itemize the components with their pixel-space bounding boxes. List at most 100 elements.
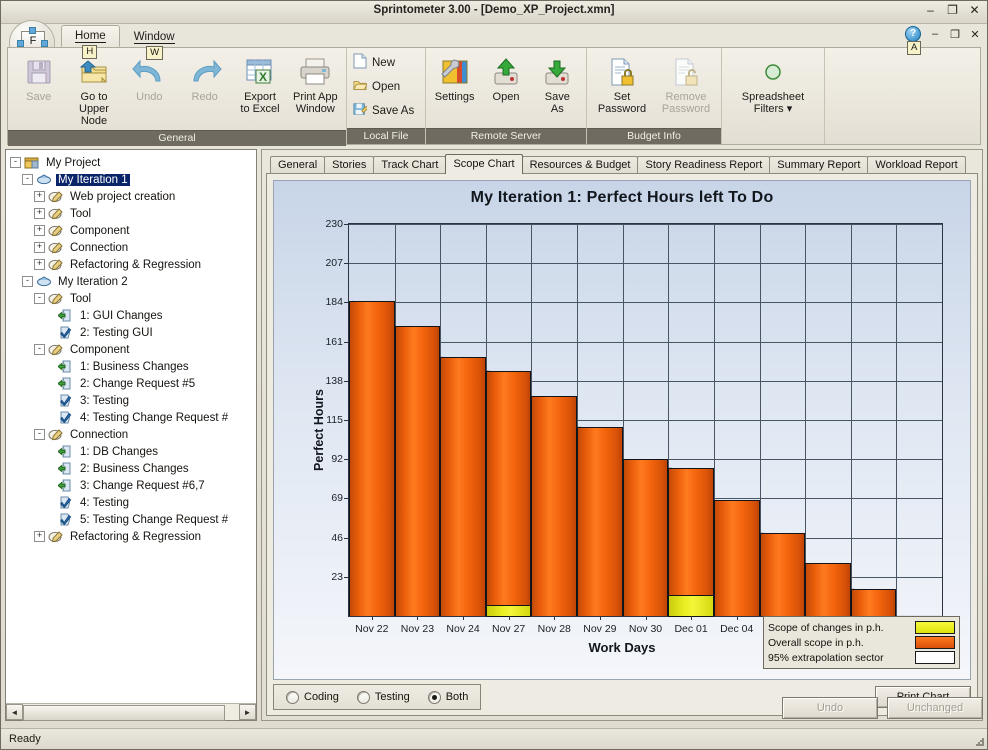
spreadsheet-filters-button[interactable]: Spreadsheet Filters ▾ xyxy=(734,52,812,118)
ribbon-group-spreadsheet-filters: Spreadsheet Filters ▾ xyxy=(721,48,824,144)
scroll-right-arrow-icon[interactable]: ► xyxy=(239,704,256,720)
undo-button[interactable]: Undo xyxy=(122,52,177,106)
tree-node[interactable]: 1: GUI Changes xyxy=(10,307,256,324)
tab-track-chart[interactable]: Track Chart xyxy=(373,156,447,174)
tree-node[interactable]: 2: Testing GUI xyxy=(10,324,256,341)
window-close-button[interactable]: ✕ xyxy=(968,3,981,17)
tree-node[interactable]: - My Iteration 2 xyxy=(10,273,256,290)
task-coding-icon xyxy=(57,309,74,323)
story-icon xyxy=(48,190,64,204)
tree-horizontal-scrollbar[interactable]: ◄ ► xyxy=(6,703,256,721)
footer-actions: Undo Unchanged xyxy=(257,697,983,719)
mdi-restore-button[interactable]: ❐ xyxy=(949,28,961,41)
remove-password-button[interactable]: Remove Password xyxy=(654,52,718,118)
tree-toggle-expand-icon[interactable]: + xyxy=(34,225,45,236)
set-password-button[interactable]: Set Password xyxy=(590,52,654,118)
tree-node[interactable]: + Tool xyxy=(10,205,256,222)
tree-toggle-expand-icon[interactable]: + xyxy=(34,259,45,270)
tree-node-label: My Project xyxy=(46,156,101,169)
tree-toggle-expand-icon[interactable]: + xyxy=(34,191,45,202)
tree-node[interactable]: 5: Testing Change Request # xyxy=(10,511,256,528)
settings-button[interactable]: Settings xyxy=(429,52,480,106)
ribbon-tab-window[interactable]: Window W xyxy=(120,26,189,60)
redo-button[interactable]: Redo xyxy=(177,52,232,106)
tree-node[interactable]: + Web project creation xyxy=(10,188,256,205)
chart-legend: Scope of changes in p.h. Overall scope in… xyxy=(763,616,960,669)
open-button-label: Open xyxy=(372,80,401,93)
tab-stories[interactable]: Stories xyxy=(324,156,375,174)
undo-footer-button[interactable]: Undo xyxy=(782,697,878,719)
tree-node[interactable]: 4: Testing xyxy=(10,494,256,511)
tree-node[interactable]: + Refactoring & Regression xyxy=(10,528,256,545)
scrollbar-thumb[interactable] xyxy=(23,705,225,721)
export-to-excel-button[interactable]: X Export to Excel xyxy=(232,52,287,118)
tree-node[interactable]: - My Project xyxy=(10,154,256,171)
remove-password-label-1: Remove xyxy=(665,91,707,103)
tree-node[interactable]: - My Iteration 1 xyxy=(10,171,256,188)
tree-node-label: Component xyxy=(70,343,130,356)
tree-node[interactable]: 1: Business Changes xyxy=(10,358,256,375)
bar-overall-scope xyxy=(713,500,760,616)
tab-workload-report[interactable]: Workload Report xyxy=(867,156,966,174)
tree-node-label: 2: Testing GUI xyxy=(80,326,153,339)
save-button[interactable]: Save xyxy=(11,52,66,106)
tree-toggle-collapse-icon[interactable]: - xyxy=(22,276,33,287)
print-app-window-button[interactable]: Print App Window xyxy=(288,52,343,118)
y-axis-tick-label: 207 xyxy=(325,257,343,270)
tree-toggle-collapse-icon[interactable]: - xyxy=(34,293,45,304)
window-minimize-button[interactable]: – xyxy=(924,3,937,17)
bar-overall-scope xyxy=(577,426,623,616)
tree-node[interactable]: 2: Change Request #5 xyxy=(10,375,256,392)
tree-toggle-collapse-icon[interactable]: - xyxy=(34,429,45,440)
resize-grip-icon[interactable] xyxy=(971,733,985,747)
tree-toggle-expand-icon[interactable]: + xyxy=(34,531,45,542)
tree-node-label: My Iteration 2 xyxy=(58,275,128,288)
task-testing-icon xyxy=(58,326,74,340)
tree-node[interactable]: - Component xyxy=(10,341,256,358)
save-as-button[interactable]: Save As xyxy=(353,101,421,120)
tree-toggle-collapse-icon[interactable]: - xyxy=(10,157,21,168)
tree-node-label: Refactoring & Regression xyxy=(70,530,202,543)
tree-node[interactable]: - Connection xyxy=(10,426,256,443)
open-button[interactable]: Open xyxy=(353,77,421,96)
mdi-close-button[interactable]: ✕ xyxy=(969,28,981,41)
tree-node[interactable]: - Tool xyxy=(10,290,256,307)
tree-node[interactable]: 3: Change Request #6,7 xyxy=(10,477,256,494)
scrollbar-track[interactable] xyxy=(23,705,239,721)
scroll-left-arrow-icon[interactable]: ◄ xyxy=(6,704,23,720)
tree-toggle-expand-icon[interactable]: + xyxy=(34,242,45,253)
story-icon xyxy=(48,428,64,442)
settings-button-label: Settings xyxy=(434,91,475,103)
tab-scope-chart[interactable]: Scope Chart xyxy=(445,154,523,174)
ribbon-tab-home[interactable]: Home H xyxy=(61,25,120,59)
go-to-upper-node-button[interactable]: Go to Upper Node xyxy=(66,52,121,130)
tree-node[interactable]: 4: Testing Change Request # xyxy=(10,409,256,426)
tree-node[interactable]: 1: DB Changes xyxy=(10,443,256,460)
tab-general[interactable]: General xyxy=(270,156,326,174)
x-axis-tick-label: Nov 27 xyxy=(492,623,526,635)
tree-node[interactable]: 3: Testing xyxy=(10,392,256,409)
remote-save-as-label-1: Save xyxy=(544,91,570,103)
tree-node[interactable]: + Refactoring & Regression xyxy=(10,256,256,273)
help-icon[interactable]: ? xyxy=(905,26,921,42)
remote-open-button[interactable]: Open xyxy=(480,52,531,106)
task-coding-icon xyxy=(57,360,74,374)
tree-node[interactable]: + Connection xyxy=(10,239,256,256)
tree-toggle-collapse-icon[interactable]: - xyxy=(22,174,33,185)
tree-toggle-collapse-icon[interactable]: - xyxy=(34,344,45,355)
tree-node[interactable]: 2: Business Changes xyxy=(10,460,256,477)
new-button[interactable]: New xyxy=(353,53,421,72)
tab-resources-budget[interactable]: Resources & Budget xyxy=(521,156,639,174)
tree-node[interactable]: + Component xyxy=(10,222,256,239)
unchanged-button[interactable]: Unchanged xyxy=(887,697,983,719)
remote-save-as-button[interactable]: Save As xyxy=(532,52,583,118)
ribbon-group-general: Save Go to Upper Node Undo Redo X Export… xyxy=(8,48,346,146)
tree-node-label: Tool xyxy=(70,207,92,220)
gridline-vertical xyxy=(896,224,898,616)
project-tree[interactable]: - My Project - My Iteration 1 + Web project c… xyxy=(6,150,256,703)
mdi-minimize-button[interactable]: – xyxy=(929,28,941,40)
window-maximize-button[interactable]: ❐ xyxy=(946,3,959,17)
tab-story-readiness-report[interactable]: Story Readiness Report xyxy=(637,156,771,174)
tab-summary-report[interactable]: Summary Report xyxy=(769,156,869,174)
tree-toggle-expand-icon[interactable]: + xyxy=(34,208,45,219)
